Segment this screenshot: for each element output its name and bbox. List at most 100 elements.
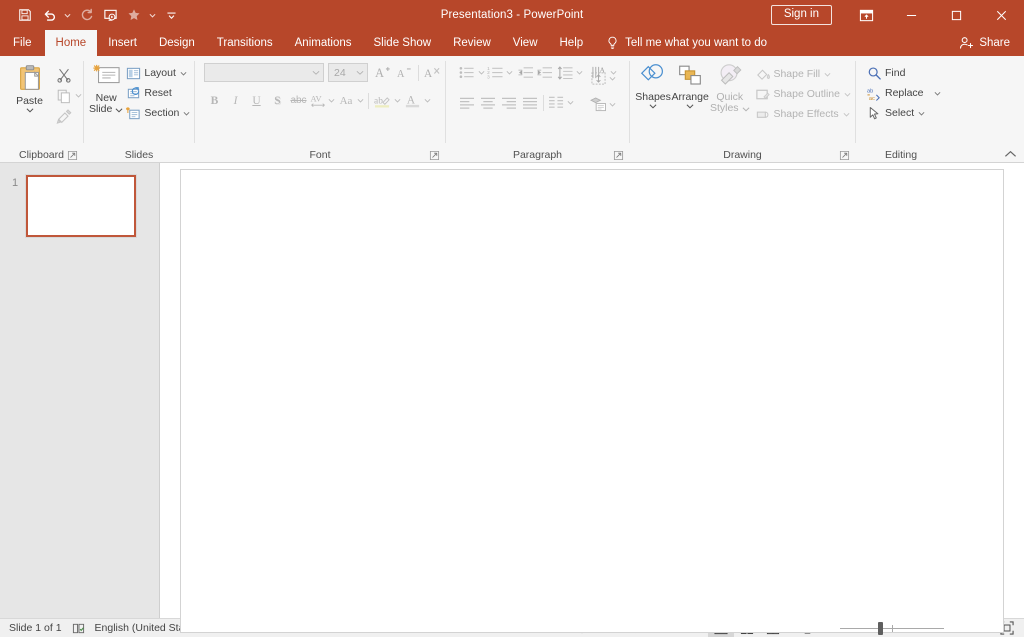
select-dropdown-caret-icon[interactable] [917,111,926,116]
slide-canvas[interactable] [180,169,1004,633]
new-slide-button[interactable]: New Slide [89,60,123,115]
paragraph-dialog-launcher-icon[interactable] [613,150,625,162]
line-spacing-dropdown-caret-icon[interactable] [575,70,584,75]
align-left-button[interactable] [456,92,477,113]
save-icon[interactable] [14,4,36,26]
smartart-dropdown-caret-icon[interactable] [608,102,617,107]
favorite-dropdown-caret-icon[interactable] [147,4,158,26]
replace-dropdown-caret-icon[interactable] [933,91,942,96]
replace-button[interactable]: abac Replace [864,83,945,103]
shape-outline-dropdown-caret-icon[interactable] [843,92,852,97]
tab-slide-show[interactable]: Slide Show [363,30,443,56]
numbering-button[interactable]: 123 [486,62,505,83]
strikethrough-button[interactable]: abc [288,90,309,111]
select-button[interactable]: Select [864,103,945,123]
collapse-ribbon-button[interactable] [1004,150,1017,159]
arrange-button[interactable]: Arrange [671,60,709,109]
tab-file[interactable]: File [0,30,45,56]
font-color-dropdown-caret-icon[interactable] [423,98,432,103]
copy-dropdown-caret-icon[interactable] [74,93,83,98]
shape-effects-button[interactable]: Shape Effects [752,104,855,124]
copy-button[interactable] [53,85,74,106]
align-text-dropdown-caret-icon[interactable] [608,76,617,81]
zoom-slider[interactable] [840,621,944,635]
underline-button[interactable]: U [246,90,267,111]
drawing-dialog-launcher-icon[interactable] [839,150,851,162]
customize-quick-access-toolbar-icon[interactable] [160,4,182,26]
tab-view[interactable]: View [502,30,549,56]
shape-outline-button[interactable]: Shape Outline [752,84,855,104]
tab-animations[interactable]: Animations [284,30,363,56]
line-spacing-button[interactable] [556,62,575,83]
justify-button[interactable] [519,92,540,113]
share-button[interactable]: Share [959,30,1024,56]
font-size-dropdown-caret-icon[interactable] [356,70,364,75]
font-size-input[interactable]: 24 [328,63,368,82]
font-name-dropdown-caret-icon[interactable] [312,70,320,75]
sign-in-button[interactable]: Sign in [771,5,832,25]
bullets-button[interactable] [456,62,477,83]
slide-thumbnail[interactable] [26,175,136,237]
bullets-dropdown-caret-icon[interactable] [477,70,486,75]
tab-review[interactable]: Review [442,30,502,56]
text-shadow-button[interactable]: S [267,90,288,111]
cut-button[interactable] [53,64,74,85]
quick-styles-dropdown-caret-icon[interactable] [742,106,750,112]
center-button[interactable] [477,92,498,113]
redo-icon[interactable] [75,4,97,26]
accessibility-checker-icon[interactable] [72,622,85,635]
slide-thumbnail-item[interactable]: 1 [0,169,159,237]
favorite-star-icon[interactable] [123,4,145,26]
change-case-dropdown-caret-icon[interactable] [356,98,365,103]
format-painter-button[interactable] [53,106,74,127]
italic-button[interactable]: I [225,90,246,111]
arrange-dropdown-caret-icon[interactable] [686,103,694,109]
tab-home[interactable]: Home [45,30,98,56]
paste-dropdown-caret-icon[interactable] [26,107,34,113]
shape-effects-dropdown-caret-icon[interactable] [842,112,851,117]
minimize-button[interactable] [889,0,934,30]
columns-dropdown-caret-icon[interactable] [566,100,575,105]
section-dropdown-caret-icon[interactable] [182,111,191,116]
align-right-button[interactable] [498,92,519,113]
maximize-button[interactable] [934,0,979,30]
text-highlight-color-button[interactable]: ab [372,90,393,111]
slide-thumbnail-pane[interactable]: 1 [0,163,160,618]
decrease-font-size-button[interactable]: A [394,62,415,83]
zoom-slider-handle[interactable] [878,622,883,635]
slide-editing-pane[interactable] [160,163,1024,618]
shape-fill-button[interactable]: Shape Fill [752,64,855,84]
tab-design[interactable]: Design [148,30,206,56]
start-from-beginning-icon[interactable] [99,4,121,26]
character-spacing-button[interactable]: AV [309,90,327,111]
new-slide-dropdown-caret-icon[interactable] [115,107,123,113]
tell-me-search[interactable]: Tell me what you want to do [606,30,767,56]
shape-fill-dropdown-caret-icon[interactable] [823,72,832,77]
quick-styles-button[interactable]: Quick Styles [709,60,750,114]
tab-insert[interactable]: Insert [97,30,148,56]
tab-transitions[interactable]: Transitions [206,30,284,56]
increase-indent-button[interactable] [535,62,554,83]
numbering-dropdown-caret-icon[interactable] [505,70,514,75]
close-button[interactable] [979,0,1024,30]
align-text-button[interactable] [589,68,608,89]
convert-to-smartart-button[interactable] [589,94,608,115]
tab-help[interactable]: Help [549,30,595,56]
character-spacing-dropdown-caret-icon[interactable] [327,98,336,103]
shapes-button[interactable]: Shapes [635,60,671,109]
section-button[interactable]: Section [123,103,194,123]
highlight-dropdown-caret-icon[interactable] [393,98,402,103]
find-button[interactable]: Find [864,63,945,83]
font-dialog-launcher-icon[interactable] [429,150,441,162]
bold-button[interactable]: B [204,90,225,111]
font-color-button[interactable]: A [402,90,423,111]
paste-button[interactable]: Paste [8,60,51,113]
increase-font-size-button[interactable]: A [373,62,394,83]
layout-dropdown-caret-icon[interactable] [179,71,188,76]
change-case-button[interactable]: Aa [336,90,356,111]
undo-dropdown-caret-icon[interactable] [62,4,73,26]
decrease-indent-button[interactable] [516,62,535,83]
layout-button[interactable]: Layout [123,63,194,83]
undo-icon[interactable] [38,4,60,26]
shapes-dropdown-caret-icon[interactable] [649,103,657,109]
